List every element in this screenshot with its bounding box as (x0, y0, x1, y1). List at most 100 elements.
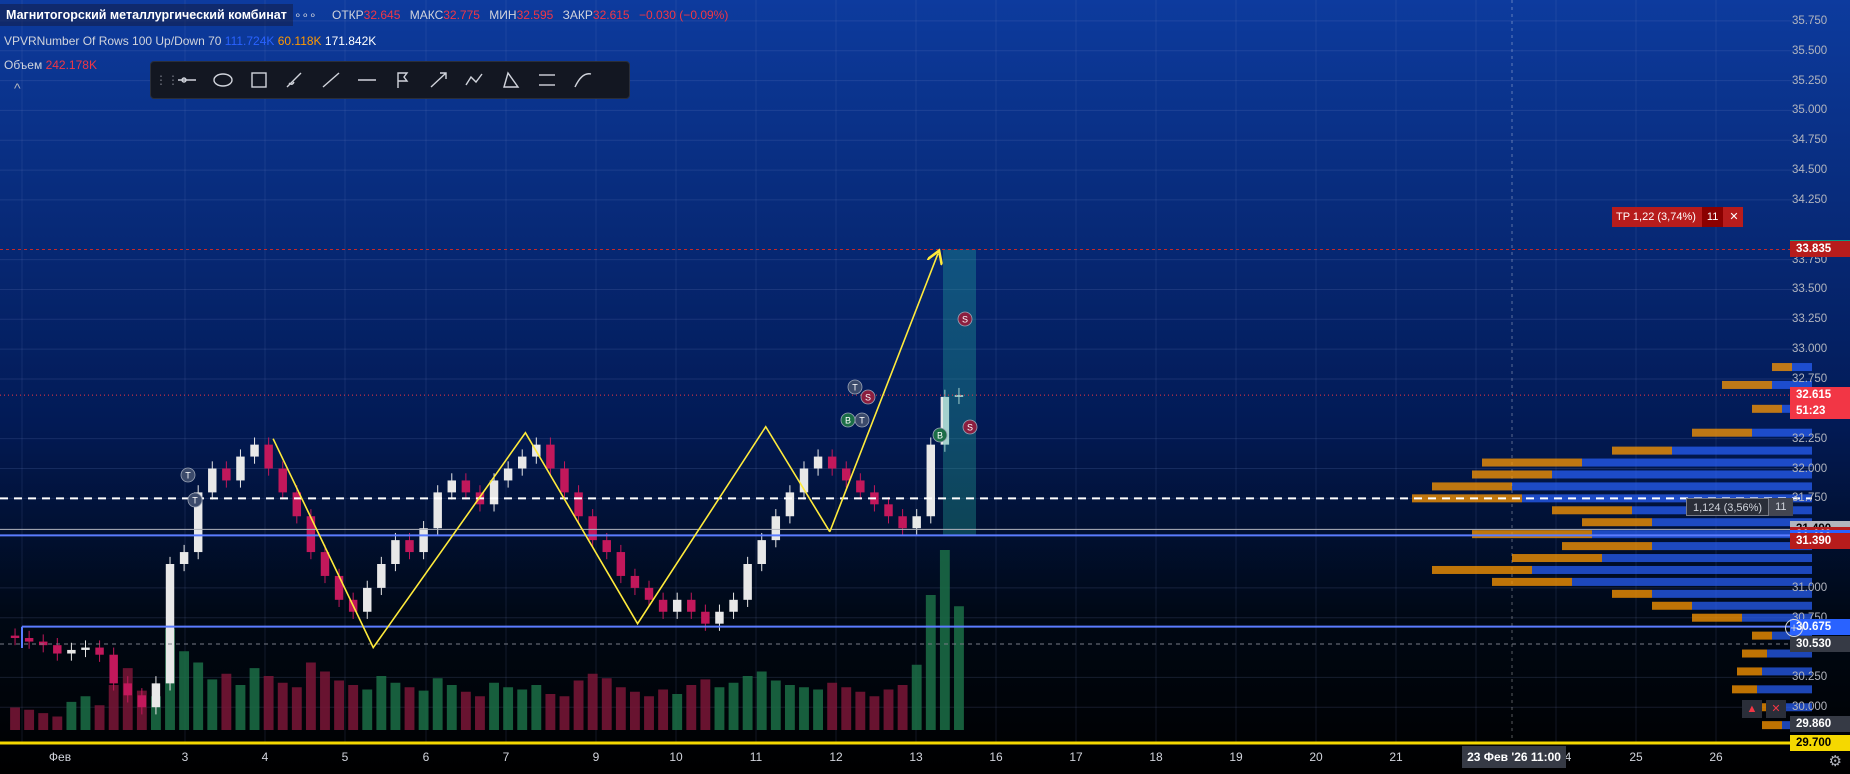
volume-bar (362, 689, 373, 730)
candle-body (856, 480, 865, 493)
brush-tool-icon[interactable] (277, 65, 313, 95)
curve-tool-icon[interactable] (565, 65, 601, 95)
candle-body (729, 599, 738, 612)
trade-marker-label: T (859, 416, 865, 426)
volume-bar (418, 690, 429, 730)
price-tick: 30.000 (1792, 701, 1828, 714)
volume-bar (235, 685, 246, 730)
arrow-tool-icon[interactable] (421, 65, 457, 95)
volume-bar (883, 689, 894, 730)
volume-bar (376, 676, 387, 730)
profile-bar-up (1532, 565, 1812, 574)
price-tick: 35.500 (1792, 44, 1828, 57)
take-profit-label[interactable]: TP 1,22 (3,74%) 11 ✕ (1612, 207, 1743, 227)
profile-bar-up (1757, 685, 1812, 694)
drag-handle-icon[interactable]: ⋮⋮ (155, 73, 179, 87)
rectangle-tool-icon[interactable] (241, 65, 277, 95)
legend-menu-icon[interactable]: ∘∘∘ (294, 4, 317, 26)
settings-gear-icon[interactable]: ⚙ (1829, 752, 1842, 770)
candle-body (503, 468, 513, 481)
volume-bar (714, 687, 725, 730)
volume-bar (700, 679, 711, 730)
volume-bar (615, 687, 626, 730)
vpvr-down: 60.118K (277, 34, 322, 48)
candle-body (771, 516, 781, 541)
volume-legend[interactable]: Объем 242.178K (4, 55, 97, 75)
volume-bar (954, 606, 964, 730)
ellipse-tool-icon[interactable] (205, 65, 241, 95)
profile-bar-down (1492, 577, 1572, 586)
candle-body (546, 444, 555, 469)
candle-body (574, 492, 583, 517)
candle-body (644, 587, 654, 600)
profile-bar-down (1762, 721, 1782, 730)
volume-label: Объем (4, 58, 43, 72)
volume-bar (770, 680, 781, 730)
symbol-title[interactable]: Магнитогорский металлургический комбинат (0, 4, 293, 26)
volume-bar (66, 701, 77, 730)
candle-body (715, 611, 724, 624)
horizontal-line-tool-icon[interactable] (349, 65, 385, 95)
price-tag: 31.390 (1790, 533, 1850, 550)
candle-body (81, 647, 90, 650)
time-tick: 13 (909, 750, 923, 764)
trend-line-tool-icon[interactable] (313, 65, 349, 95)
volume-bar (686, 685, 697, 730)
volume-bar (517, 689, 528, 730)
volume-bar (179, 651, 190, 730)
candle-body (250, 444, 259, 457)
candle-body (898, 516, 907, 529)
candle-body (560, 468, 569, 493)
profile-bar-up (1552, 470, 1812, 479)
price-tick: 35.000 (1792, 104, 1828, 117)
candle-body (53, 645, 62, 654)
trade-marker-label: T (852, 383, 858, 393)
high-value: 32.775 (443, 8, 480, 22)
trade-marker-label: T (185, 471, 191, 481)
horizontal-ray-tool-icon[interactable] (169, 65, 205, 95)
add-level-plus-icon[interactable]: + (1785, 619, 1803, 637)
profile-bar-up (1792, 363, 1812, 372)
path-tool-icon[interactable] (457, 65, 493, 95)
triangle-tool-icon[interactable] (493, 65, 529, 95)
candle-body (616, 552, 626, 576)
volume-bar (742, 676, 753, 730)
time-tick: 5 (341, 750, 349, 764)
stop-loss-label[interactable]: 1,124 (3,56%) 11 (1686, 498, 1793, 516)
parallel-channel-tool-icon[interactable] (529, 65, 565, 95)
candle-body (602, 540, 611, 553)
volume-value: 242.178K (45, 58, 97, 72)
take-profit-zone (943, 249, 976, 536)
volume-bar (827, 682, 838, 730)
collapse-legend-icon[interactable]: ^ (14, 80, 21, 96)
volume-bar (587, 673, 598, 730)
trade-marker-label: S (967, 423, 973, 433)
time-tick: 17 (1069, 750, 1083, 764)
profile-bar-down (1752, 631, 1772, 640)
volume-bar (911, 664, 922, 730)
price-chart[interactable]: TTTSBTBSS (0, 0, 1850, 774)
alert-icon[interactable]: ▲ (1742, 700, 1762, 718)
time-tick: 9 (592, 750, 600, 764)
candle-body (701, 611, 710, 624)
volume-bar (263, 676, 274, 730)
volume-bar (841, 687, 852, 730)
alert-close-icon[interactable]: ✕ (1766, 700, 1786, 718)
time-cursor-label: 23 Фев '26 11:00 (1462, 746, 1566, 768)
vpvr-name: VPVRNumber Of Rows 100 Up/Down 70 (4, 34, 222, 48)
candle-body (334, 575, 344, 600)
profile-bar-down (1722, 380, 1772, 389)
vpvr-legend[interactable]: VPVRNumber Of Rows 100 Up/Down 70 111.72… (4, 31, 376, 51)
profile-bar-up (1512, 482, 1812, 491)
candle-body (827, 456, 837, 469)
trade-marker-label: T (192, 496, 198, 506)
profile-bar-down (1612, 446, 1672, 455)
price-tag: 29.700 (1790, 735, 1850, 752)
volume-bar (94, 705, 105, 730)
alert-controls: ▲ ✕ (1742, 700, 1786, 718)
volume-bar (658, 689, 669, 730)
tp-close-icon[interactable]: ✕ (1729, 207, 1738, 227)
flag-mark-tool-icon[interactable] (385, 65, 421, 95)
price-tick: 33.250 (1792, 313, 1828, 326)
change-value: −0.030 (−0.09%) (638, 8, 729, 22)
